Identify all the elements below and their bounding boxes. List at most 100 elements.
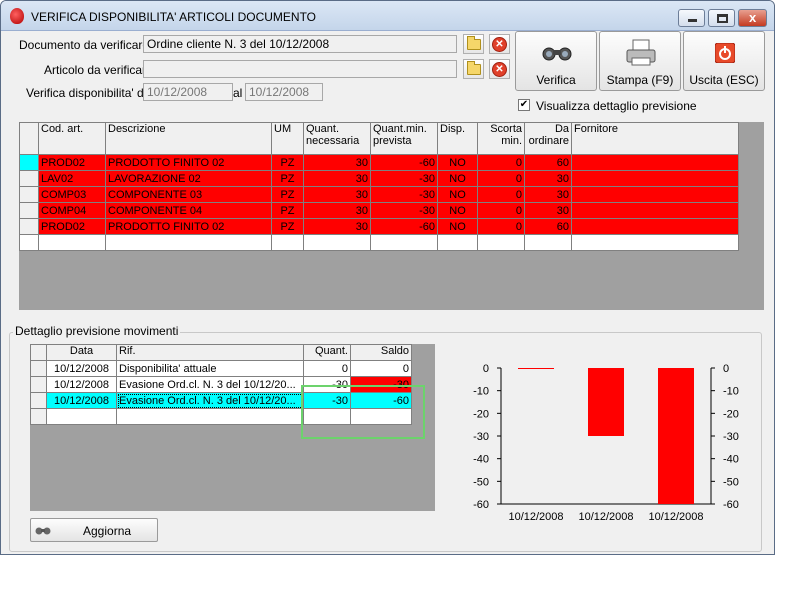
main-window: VERIFICA DISPONIBILITA' ARTICOLI DOCUMEN…: [0, 0, 775, 555]
table-row[interactable]: COMP04 COMPONENTE 04 PZ 30 -30 NO 0 30: [19, 202, 739, 219]
minimize-button[interactable]: [678, 9, 705, 27]
y-tick-label-right: -40: [723, 454, 739, 466]
col-header-da-ordinare[interactable]: Da ordinare: [524, 122, 572, 155]
col-header-quant-necessaria[interactable]: Quant. necessaria: [303, 122, 371, 155]
cell-disp: NO: [437, 186, 478, 203]
col-header-disp[interactable]: Disp.: [437, 122, 478, 155]
table-row[interactable]: 10/12/2008 Disponibilita' attuale 0 0: [30, 360, 412, 377]
row-indicator[interactable]: [19, 186, 39, 203]
articoli-grid: Cod. art. Descrizione UM Quant. necessar…: [19, 122, 764, 310]
y-tick-label-right: -50: [723, 476, 739, 488]
documento-field[interactable]: Ordine cliente N. 3 del 10/12/2008: [143, 35, 457, 53]
row-indicator[interactable]: [19, 170, 39, 187]
clear-documento-button[interactable]: ✕: [489, 34, 510, 54]
cell-empty[interactable]: [38, 234, 106, 251]
table-row-new[interactable]: [19, 234, 739, 251]
clear-articolo-button[interactable]: ✕: [489, 59, 510, 79]
visualizza-checkbox[interactable]: ✔: [518, 99, 530, 111]
cell-empty[interactable]: [46, 408, 117, 425]
row-indicator[interactable]: [30, 408, 47, 425]
col-header-descrizione[interactable]: Descrizione: [105, 122, 272, 155]
cell-empty[interactable]: [437, 234, 478, 251]
maximize-button[interactable]: [708, 9, 735, 27]
articolo-field[interactable]: [143, 60, 457, 78]
cell-quant-necessaria: 30: [303, 218, 371, 235]
cell-da-ordinare: 30: [524, 170, 572, 187]
highlight-box: [301, 385, 425, 439]
cell-empty[interactable]: [105, 234, 272, 251]
stampa-label: Stampa (F9): [606, 73, 674, 87]
browse-articolo-button[interactable]: [463, 59, 484, 79]
printer-icon: [626, 39, 656, 66]
table-row[interactable]: LAV02 LAVORAZIONE 02 PZ 30 -30 NO 0 30: [19, 170, 739, 187]
clear-icon: ✕: [492, 37, 507, 52]
minimize-icon: [688, 19, 697, 22]
col-header-quant[interactable]: Quant.: [303, 344, 351, 361]
cell-rif: Evasione Ord.cl. N. 3 del 10/12/20...: [116, 392, 304, 409]
dettaglio-group-title: Dettaglio previsione movimenti: [13, 324, 181, 338]
y-tick-label-right: -60: [723, 499, 739, 511]
row-indicator[interactable]: [19, 202, 39, 219]
y-tick-label-right: -30: [723, 431, 739, 443]
cell-fornitore: [571, 186, 739, 203]
cell-um: PZ: [271, 202, 304, 219]
visualizza-label: Visualizza dettaglio previsione: [536, 99, 697, 113]
row-indicator[interactable]: [19, 154, 39, 171]
col-header-data[interactable]: Data: [46, 344, 117, 361]
table-row[interactable]: COMP03 COMPONENTE 03 PZ 30 -30 NO 0 30: [19, 186, 739, 203]
y-tick-label-left: -30: [473, 431, 489, 443]
cell-fornitore: [571, 170, 739, 187]
stampa-button[interactable]: Stampa (F9): [599, 31, 681, 91]
col-header-cod[interactable]: Cod. art.: [38, 122, 106, 155]
binoculars-icon: [35, 527, 51, 535]
cell-descrizione: PRODOTTO FINITO 02: [105, 154, 272, 171]
cell-empty[interactable]: [524, 234, 572, 251]
x-tick-label: 10/12/2008: [648, 511, 703, 523]
col-header-scorta-min[interactable]: Scorta min.: [477, 122, 525, 155]
articoli-table: Cod. art. Descrizione UM Quant. necessar…: [19, 122, 739, 251]
dal-date-field[interactable]: 10/12/2008: [143, 83, 233, 101]
clear-icon: ✕: [492, 62, 507, 77]
cell-data: 10/12/2008: [46, 392, 117, 409]
cell-fornitore: [571, 154, 739, 171]
cell-disp: NO: [437, 154, 478, 171]
close-button[interactable]: x: [738, 9, 767, 27]
al-date-field[interactable]: 10/12/2008: [245, 83, 323, 101]
verifica-button[interactable]: Verifica: [515, 31, 597, 91]
cell-quant: 0: [303, 360, 351, 377]
row-indicator[interactable]: [19, 218, 39, 235]
col-header-fornitore[interactable]: Fornitore: [571, 122, 739, 155]
table-row[interactable]: PROD02 PRODOTTO FINITO 02 PZ 30 -60 NO 0…: [19, 218, 739, 235]
window-title: VERIFICA DISPONIBILITA' ARTICOLI DOCUMEN…: [31, 10, 317, 24]
row-indicator[interactable]: [30, 392, 47, 409]
row-indicator[interactable]: [30, 376, 47, 393]
saldo-chart: 0 0 -10 -10 -20 -20 -30 -30 -40 -40 -50 -50 -60 -60 10…: [441, 356, 761, 526]
articolo-label: Articolo da verificare: [44, 63, 153, 77]
col-header-rif[interactable]: Rif.: [116, 344, 304, 361]
cell-empty[interactable]: [370, 234, 438, 251]
cell-cod: COMP03: [38, 186, 106, 203]
cell-empty[interactable]: [571, 234, 739, 251]
browse-documento-button[interactable]: [463, 34, 484, 54]
cell-da-ordinare: 30: [524, 186, 572, 203]
cell-fornitore: [571, 202, 739, 219]
table-row[interactable]: PROD02 PRODOTTO FINITO 02 PZ 30 -60 NO 0…: [19, 154, 739, 171]
cell-empty[interactable]: [303, 234, 371, 251]
folder-icon: [467, 36, 481, 50]
cell-empty[interactable]: [271, 234, 304, 251]
cell-empty[interactable]: [477, 234, 525, 251]
close-icon: x: [749, 10, 757, 25]
cell-empty[interactable]: [116, 408, 304, 425]
row-indicator[interactable]: [30, 360, 47, 377]
col-header-saldo[interactable]: Saldo: [350, 344, 412, 361]
uscita-button[interactable]: Uscita (ESC): [683, 31, 765, 91]
bar: [518, 368, 554, 369]
cell-descrizione: PRODOTTO FINITO 02: [105, 218, 272, 235]
row-indicator[interactable]: [19, 234, 39, 251]
col-header-um[interactable]: UM: [271, 122, 304, 155]
aggiorna-button[interactable]: Aggiorna: [30, 518, 158, 542]
row-indicator-header: [19, 122, 39, 155]
cell-scorta-min: 0: [477, 170, 525, 187]
cell-da-ordinare: 60: [524, 218, 572, 235]
col-header-quant-min-prevista[interactable]: Quant.min. prevista: [370, 122, 438, 155]
